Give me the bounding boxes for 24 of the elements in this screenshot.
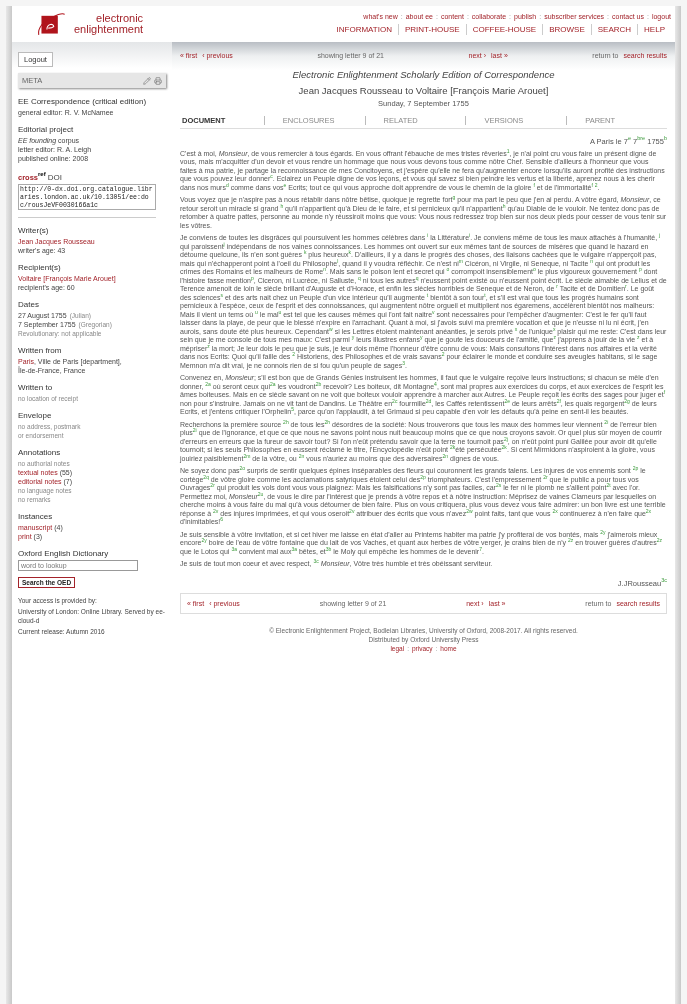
letter-title: Jean Jacques Rousseau to Voltaire [François Marie Arouet]	[297, 85, 550, 96]
print-icon[interactable]	[154, 76, 162, 85]
menu-item[interactable]: HELP	[637, 24, 671, 35]
section-heading: Oxford English Dictionary	[18, 548, 110, 558]
menu-item[interactable]: COFFEE-HOUSE	[465, 24, 543, 35]
doi-label: DOI	[47, 172, 62, 182]
menu-item[interactable]: SEARCH	[590, 24, 638, 35]
site-logo-text[interactable]: electronic enlightenment	[74, 13, 144, 35]
section-heading: EE Correspondence (critical edition)	[18, 97, 148, 106]
logo-icon	[36, 11, 66, 37]
menu-item[interactable]: PRINT-HOUSE	[397, 24, 466, 35]
section-heading: Instances	[18, 511, 54, 521]
section-heading: Written from	[18, 345, 63, 355]
menu-item[interactable]: BROWSE	[542, 24, 591, 35]
edit-icon[interactable]	[143, 76, 151, 85]
section-heading: Writer(s)	[18, 225, 50, 235]
section-heading: Recipient(s)	[18, 262, 62, 272]
section-heading: Envelope	[18, 410, 53, 420]
menu-item[interactable]: INFORMATION	[330, 24, 398, 35]
section-heading: Annotations	[18, 447, 62, 457]
section-heading: Editorial project	[18, 125, 75, 134]
section-heading: Written to	[18, 382, 54, 392]
edition-title: Electronic Enlightenment Scholarly Edition of Correspondence	[291, 69, 556, 80]
section-heading: Dates	[18, 299, 40, 309]
